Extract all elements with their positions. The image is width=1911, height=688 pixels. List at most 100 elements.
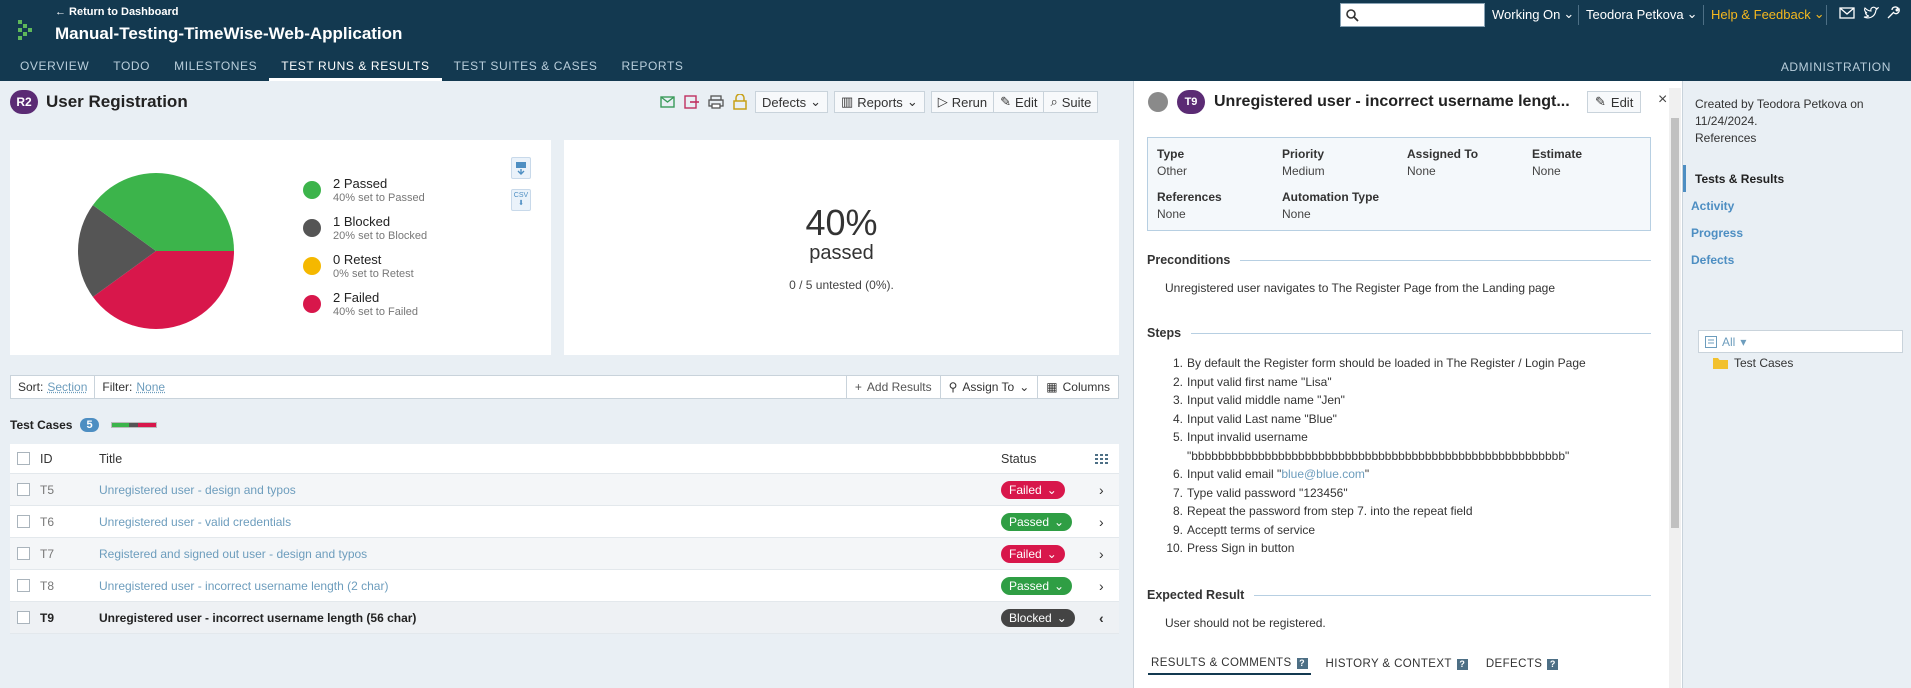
sidebar-item-activity[interactable]: Activity bbox=[1683, 192, 1911, 219]
print-icon[interactable] bbox=[707, 93, 725, 111]
tab-test-runs-results[interactable]: TEST RUNS & RESULTS bbox=[269, 56, 442, 81]
defects-dropdown[interactable]: Defects ⌄ bbox=[755, 91, 828, 113]
case-title-link[interactable]: Unregistered user - design and typos bbox=[99, 483, 296, 497]
chevron-right-icon[interactable]: › bbox=[1099, 514, 1104, 530]
chevron-left-icon[interactable]: ‹ bbox=[1099, 610, 1104, 626]
sidebar-item-defects[interactable]: Defects bbox=[1683, 246, 1911, 273]
lock-icon[interactable] bbox=[731, 93, 749, 111]
row-checkbox[interactable] bbox=[17, 611, 30, 624]
plus-icon: + bbox=[854, 380, 862, 394]
search-input[interactable] bbox=[1340, 3, 1485, 27]
export-icon[interactable] bbox=[683, 93, 701, 111]
sort-value-link[interactable]: Section bbox=[47, 380, 87, 394]
assign-to-dropdown[interactable]: ⚲ Assign To ⌄ bbox=[939, 376, 1038, 398]
column-header-status[interactable]: Status bbox=[1001, 452, 1036, 466]
return-to-dashboard-link[interactable]: ← Return to Dashboard bbox=[55, 6, 178, 18]
tab-results-comments[interactable]: RESULTS & COMMENTS? bbox=[1148, 657, 1311, 675]
tab-overview[interactable]: OVERVIEW bbox=[0, 56, 101, 81]
tab-history-context[interactable]: HISTORY & CONTEXT? bbox=[1323, 657, 1471, 675]
row-checkbox[interactable] bbox=[17, 547, 30, 560]
email-link[interactable]: blue@blue.com bbox=[1281, 465, 1365, 484]
edit-run-button[interactable]: ✎ Edit bbox=[993, 91, 1044, 113]
steps-title: Steps bbox=[1147, 326, 1182, 340]
tab-milestones[interactable]: MILESTONES bbox=[162, 56, 269, 81]
table-row-selected[interactable]: T9 Unregistered user - incorrect usernam… bbox=[10, 602, 1119, 634]
help-icon[interactable]: ? bbox=[1456, 658, 1468, 670]
rerun-label: Rerun bbox=[951, 94, 988, 110]
table-row[interactable]: T8 Unregistered user - incorrect usernam… bbox=[10, 570, 1119, 602]
status-dropdown[interactable]: Failed ⌄ bbox=[1001, 480, 1065, 499]
user-assign-icon: ⚲ bbox=[948, 380, 958, 394]
filter-value-link[interactable]: None bbox=[136, 380, 165, 394]
email-report-icon[interactable] bbox=[659, 93, 677, 111]
column-settings-icon[interactable] bbox=[1095, 453, 1108, 465]
tab-test-suites-cases[interactable]: TEST SUITES & CASES bbox=[442, 56, 610, 81]
table-row[interactable]: T6 Unregistered user - valid credentials… bbox=[10, 506, 1119, 538]
help-icon[interactable]: ? bbox=[1547, 658, 1559, 670]
help-feedback-menu[interactable]: Help & Feedback ⌄ bbox=[1711, 6, 1825, 22]
chevron-right-icon[interactable]: › bbox=[1099, 578, 1104, 594]
case-title-link[interactable]: Unregistered user - valid credentials bbox=[99, 515, 291, 529]
step-text: "bbbbbbbbbbbbbbbbbbbbbbbbbbbbbbbbbbbbbbb… bbox=[1187, 448, 1570, 463]
case-title-link[interactable]: Registered and signed out user - design … bbox=[99, 547, 367, 561]
status-dropdown[interactable]: Blocked ⌄ bbox=[1001, 608, 1075, 627]
filter-control[interactable]: Filter: None bbox=[95, 376, 172, 398]
settings-icon[interactable] bbox=[1886, 6, 1900, 20]
table-row[interactable]: T5 Unregistered user - design and typos … bbox=[10, 474, 1119, 506]
working-on-menu[interactable]: Working On ⌄ bbox=[1492, 6, 1574, 22]
suite-button[interactable]: ⌕ Suite bbox=[1043, 91, 1099, 113]
failed-dot-icon bbox=[303, 295, 321, 313]
row-checkbox[interactable] bbox=[17, 483, 30, 496]
user-menu[interactable]: Teodora Petkova ⌄ bbox=[1586, 6, 1697, 22]
testrail-logo-icon[interactable] bbox=[17, 18, 33, 40]
mail-icon[interactable] bbox=[1839, 6, 1855, 20]
prop-priority: Priority Medium bbox=[1282, 147, 1325, 178]
columns-button[interactable]: ▦ Columns bbox=[1037, 376, 1118, 398]
status-dropdown[interactable]: Failed ⌄ bbox=[1001, 544, 1065, 563]
chevron-right-icon[interactable]: › bbox=[1099, 546, 1104, 562]
legend-sub: 40% set to Passed bbox=[333, 192, 425, 204]
detail-scrollbar[interactable] bbox=[1669, 88, 1681, 688]
sort-control[interactable]: Sort: Section bbox=[11, 376, 96, 398]
table-row[interactable]: T7 Registered and signed out user - desi… bbox=[10, 538, 1119, 570]
project-title[interactable]: Manual-Testing-TimeWise-Web-Application bbox=[55, 24, 402, 44]
column-header-title[interactable]: Title bbox=[99, 452, 122, 466]
case-id: T5 bbox=[40, 482, 55, 497]
scrollbar-thumb[interactable] bbox=[1671, 118, 1679, 528]
row-checkbox[interactable] bbox=[17, 515, 30, 528]
close-icon[interactable]: × bbox=[1658, 91, 1667, 109]
status-dropdown[interactable]: Passed ⌄ bbox=[1001, 576, 1073, 595]
rerun-button[interactable]: ▷ Rerun bbox=[930, 91, 994, 113]
tab-reports[interactable]: REPORTS bbox=[609, 56, 695, 81]
legend-sub: 20% set to Blocked bbox=[333, 230, 428, 242]
chevron-right-icon[interactable]: › bbox=[1099, 482, 1104, 498]
sidebar-item-tests-results[interactable]: Tests & Results bbox=[1683, 165, 1911, 192]
tab-label: RESULTS & COMMENTS bbox=[1151, 657, 1292, 669]
add-results-button[interactable]: + Add Results bbox=[845, 376, 940, 398]
tree-item-test-cases[interactable]: Test Cases bbox=[1713, 356, 1793, 370]
download-csv-icon[interactable]: CSV ⬇ bbox=[511, 189, 531, 211]
edit-case-button[interactable]: ✎ Edit bbox=[1587, 91, 1642, 113]
tab-defects[interactable]: DEFECTS? bbox=[1483, 657, 1561, 675]
download-image-icon[interactable] bbox=[511, 157, 531, 179]
tab-todo[interactable]: TODO bbox=[101, 56, 162, 81]
twitter-icon[interactable] bbox=[1863, 6, 1879, 20]
references-link[interactable]: References bbox=[1695, 130, 1895, 147]
select-all-checkbox[interactable] bbox=[17, 452, 30, 465]
prop-assigned-to: Assigned To None bbox=[1407, 147, 1478, 178]
section-filter-dropdown[interactable]: All ▾ bbox=[1698, 330, 1903, 353]
help-icon[interactable]: ? bbox=[1296, 657, 1308, 669]
step-item-continued: "bbbbbbbbbbbbbbbbbbbbbbbbbbbbbbbbbbbbbbb… bbox=[1165, 447, 1586, 466]
reports-dropdown[interactable]: ▥ Reports ⌄ bbox=[833, 91, 925, 113]
step-text: Input invalid username bbox=[1187, 430, 1308, 444]
sort-filter-bar: Sort: Section Filter: None + Add Results … bbox=[10, 375, 1119, 399]
case-title-link[interactable]: Unregistered user - incorrect username l… bbox=[99, 579, 388, 593]
case-title-link[interactable]: Unregistered user - incorrect username l… bbox=[99, 611, 416, 625]
row-checkbox[interactable] bbox=[17, 579, 30, 592]
column-header-id[interactable]: ID bbox=[40, 452, 53, 466]
help-label: Help & Feedback bbox=[1711, 6, 1811, 22]
status-dropdown[interactable]: Passed ⌄ bbox=[1001, 512, 1073, 531]
sidebar-item-progress[interactable]: Progress bbox=[1683, 219, 1911, 246]
legend-label: 0 Retest bbox=[333, 252, 382, 267]
administration-link[interactable]: ADMINISTRATION bbox=[1781, 60, 1891, 74]
